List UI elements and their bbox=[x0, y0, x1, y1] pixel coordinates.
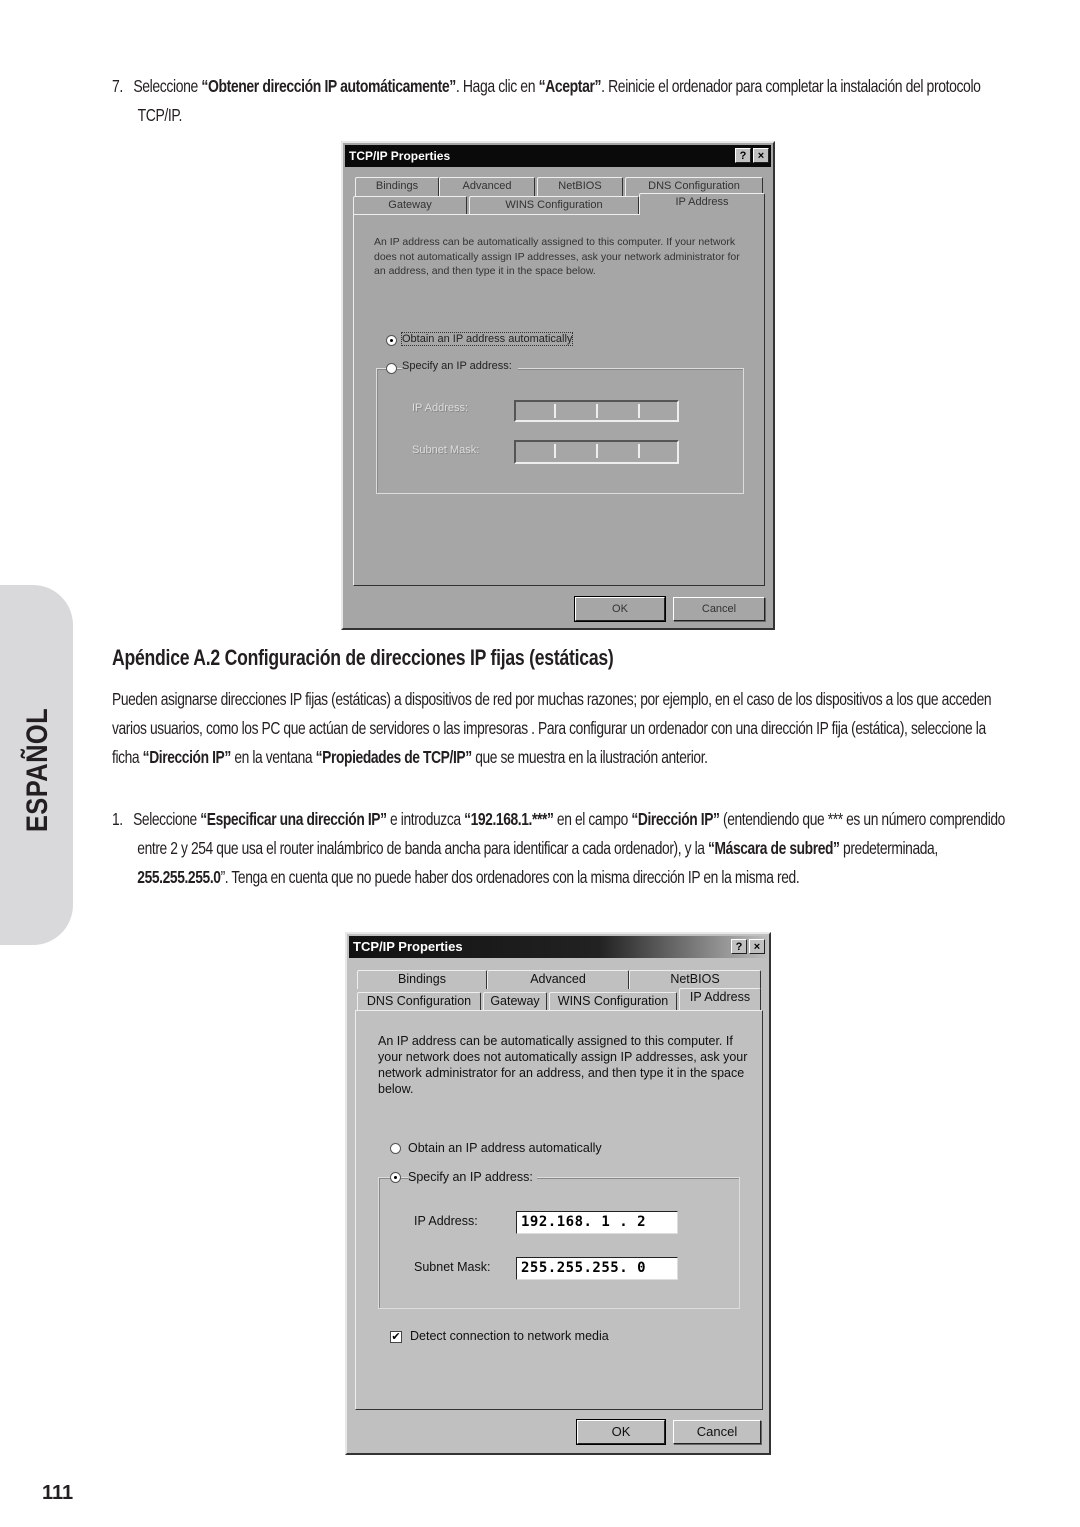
description-text: An IP address can be automatically assig… bbox=[374, 236, 740, 277]
specify-ip-group bbox=[376, 368, 744, 494]
ip-address-panel: An IP address can be automatically assig… bbox=[353, 214, 765, 586]
detect-connection-label[interactable]: Detect connection to network media bbox=[410, 1329, 609, 1343]
ok-button[interactable]: OK bbox=[576, 1419, 666, 1445]
subnet-mask-label: Subnet Mask: bbox=[414, 1260, 491, 1274]
ip-address-label: IP Address: bbox=[414, 1214, 478, 1228]
close-icon[interactable]: × bbox=[753, 148, 769, 163]
subnet-mask-label: Subnet Mask: bbox=[412, 444, 480, 456]
tab-netbios[interactable]: NetBIOS bbox=[629, 970, 761, 989]
radio-specify-ip[interactable] bbox=[390, 1172, 401, 1183]
close-icon[interactable]: × bbox=[749, 939, 765, 954]
step-7-text: 7. Seleccione “Obtener dirección IP auto… bbox=[112, 76, 981, 125]
page-number: 111 bbox=[42, 1482, 74, 1504]
specify-ip-group bbox=[378, 1177, 740, 1309]
tab-gateway[interactable]: Gateway bbox=[353, 196, 467, 215]
description-text: An IP address can be automatically assig… bbox=[378, 1034, 748, 1096]
tab-wins-configuration[interactable]: WINS Configuration bbox=[469, 196, 639, 215]
ok-button[interactable]: OK bbox=[574, 596, 666, 622]
tcpip-properties-dialog-static: TCP/IP Properties ? × Bindings Advanced … bbox=[345, 932, 771, 1455]
tab-dns-configuration[interactable]: DNS Configuration bbox=[357, 992, 481, 1011]
tab-ip-address[interactable]: IP Address bbox=[679, 988, 761, 1010]
dialog-title-bar: TCP/IP Properties ? × bbox=[349, 936, 767, 958]
radio-obtain-auto-label[interactable]: Obtain an IP address automatically bbox=[408, 1141, 602, 1155]
tab-advanced[interactable]: Advanced bbox=[487, 970, 629, 989]
tab-bindings[interactable]: Bindings bbox=[355, 177, 439, 196]
detect-connection-checkbox[interactable]: ✔ bbox=[390, 1331, 402, 1343]
dialog-title-bar: TCP/IP Properties ? × bbox=[345, 145, 771, 167]
tcpip-properties-dialog-auto: TCP/IP Properties ? × Bindings Advanced … bbox=[341, 141, 775, 630]
ip-address-panel: An IP address can be automatically assig… bbox=[355, 1010, 763, 1410]
cancel-button[interactable]: Cancel bbox=[673, 597, 765, 621]
tab-advanced[interactable]: Advanced bbox=[439, 177, 535, 196]
section-heading: Apéndice A.2 Configuración de direccione… bbox=[112, 645, 614, 670]
tab-ip-address[interactable]: IP Address bbox=[639, 193, 765, 215]
tab-netbios[interactable]: NetBIOS bbox=[537, 177, 623, 196]
subnet-mask-field[interactable]: 255.255.255. 0 bbox=[516, 1257, 678, 1280]
tab-bindings[interactable]: Bindings bbox=[357, 970, 487, 989]
cancel-button[interactable]: Cancel bbox=[673, 1420, 761, 1444]
subnet-mask-field[interactable] bbox=[514, 440, 679, 464]
radio-specify-ip-label[interactable]: Specify an IP address: bbox=[408, 1170, 537, 1184]
radio-specify-ip[interactable] bbox=[386, 363, 397, 374]
section-paragraph: Pueden asignarse direcciones IP fijas (e… bbox=[112, 689, 992, 767]
help-icon[interactable]: ? bbox=[735, 148, 751, 163]
tab-gateway[interactable]: Gateway bbox=[483, 992, 547, 1011]
ip-address-field[interactable] bbox=[514, 400, 679, 422]
radio-obtain-auto[interactable] bbox=[390, 1143, 401, 1154]
radio-obtain-auto[interactable] bbox=[386, 335, 397, 346]
ip-address-label: IP Address: bbox=[412, 402, 469, 414]
radio-specify-ip-label[interactable]: Specify an IP address: bbox=[402, 360, 518, 372]
step-1-text: 1. Seleccione “Especificar una dirección… bbox=[112, 809, 1005, 887]
ip-address-field[interactable]: 192.168. 1 . 2 bbox=[516, 1211, 678, 1234]
radio-obtain-auto-label[interactable]: Obtain an IP address automatically bbox=[400, 332, 574, 346]
help-icon[interactable]: ? bbox=[731, 939, 747, 954]
tab-wins-configuration[interactable]: WINS Configuration bbox=[549, 992, 677, 1011]
language-label: ESPAÑOL bbox=[21, 707, 54, 833]
